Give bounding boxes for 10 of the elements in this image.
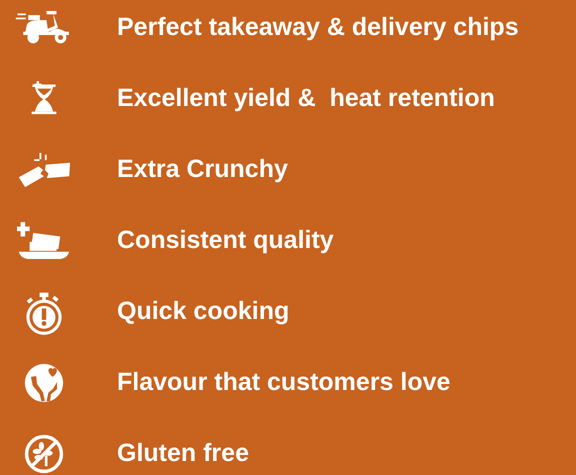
feature-text: Gluten free [117,438,249,469]
feature-text: Consistent quality [117,224,334,256]
feature-text: Extra Crunchy [117,154,288,185]
no-wheat-icon [24,434,64,474]
hourglass-icon [30,81,58,116]
feature-text: Excellent yield & heat retention [117,82,495,114]
feature-text: Quick cooking [117,296,290,327]
feature-text: Flavour that customers love [117,366,450,398]
stacked-chips-icon [16,222,70,260]
feature-text: Perfect takeaway & delivery chips [117,12,519,43]
